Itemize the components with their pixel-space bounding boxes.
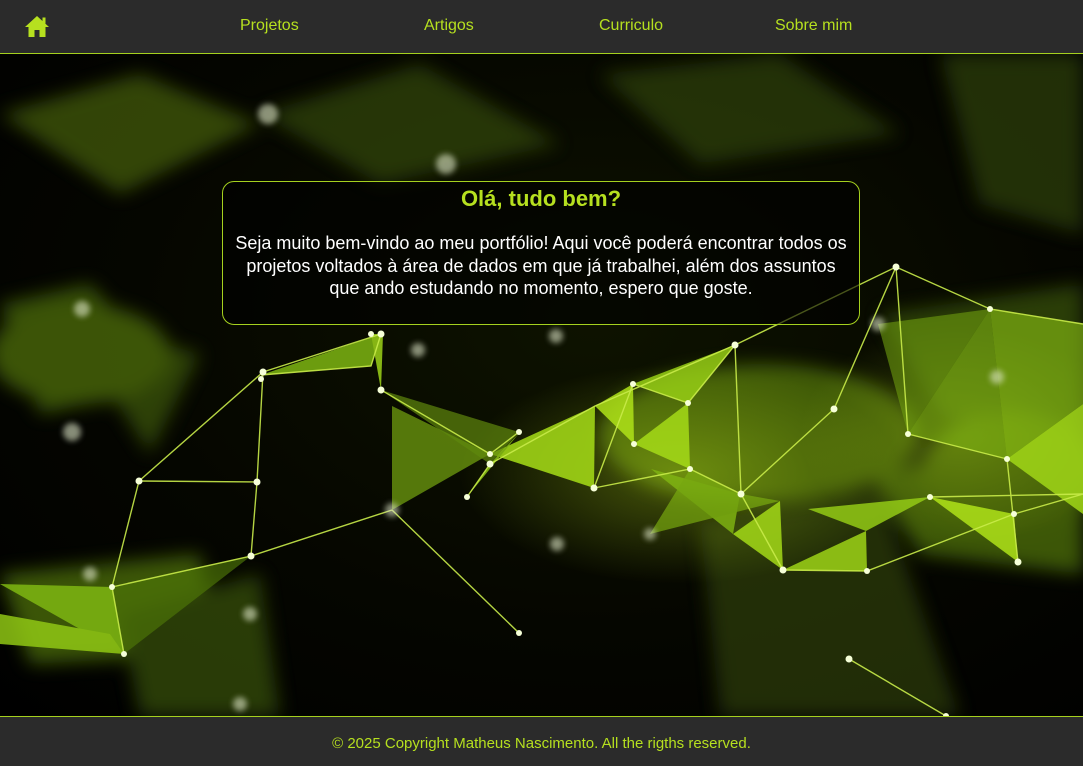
network-background-image — [0, 54, 1083, 716]
copyright-text: © 2025 Copyright Matheus Nascimento. All… — [332, 735, 751, 752]
top-navbar: Projetos Artigos Curriculo Sobre mim — [0, 0, 1083, 54]
nav-link-curriculo[interactable]: Curriculo — [599, 17, 663, 35]
nav-link-artigos[interactable]: Artigos — [424, 17, 474, 35]
home-icon — [25, 16, 49, 37]
welcome-card: Olá, tudo bem? Seja muito bem-vindo ao m… — [222, 181, 860, 325]
footer: © 2025 Copyright Matheus Nascimento. All… — [0, 716, 1083, 766]
welcome-text: Seja muito bem-vindo ao meu portfólio! A… — [235, 233, 847, 298]
home-link[interactable] — [24, 14, 50, 40]
nav-link-sobre-mim[interactable]: Sobre mim — [775, 17, 852, 35]
welcome-title: Olá, tudo bem? — [460, 186, 622, 211]
nav-link-projetos[interactable]: Projetos — [240, 17, 299, 35]
hero-section: Olá, tudo bem? Seja muito bem-vindo ao m… — [0, 54, 1083, 716]
page: Projetos Artigos Curriculo Sobre mim Olá… — [0, 0, 1083, 766]
